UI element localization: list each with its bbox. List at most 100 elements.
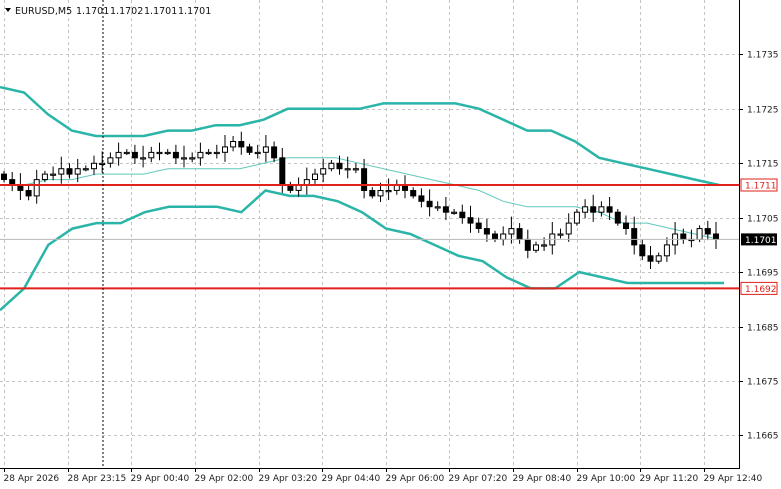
candle-body bbox=[483, 228, 490, 235]
ohlc-open: 1.1701 bbox=[76, 6, 109, 17]
candle-body bbox=[140, 157, 147, 160]
symbol-label: EURUSD,M5 bbox=[15, 6, 72, 17]
candle-body bbox=[312, 173, 318, 181]
candle-body bbox=[418, 195, 425, 202]
candle-body bbox=[352, 168, 359, 171]
price-tick-label: 1.1735 bbox=[747, 51, 779, 61]
candle-body bbox=[99, 162, 106, 166]
candle-body bbox=[58, 168, 65, 175]
candle-body bbox=[655, 255, 662, 262]
candle-body bbox=[713, 233, 719, 240]
candle-body bbox=[25, 190, 32, 197]
time-tick-label: 29 Apr 10:00 bbox=[577, 474, 636, 484]
candle-body bbox=[647, 255, 654, 262]
candle-body bbox=[181, 157, 187, 160]
candle-body bbox=[91, 162, 97, 170]
price-tick-label: 1.1665 bbox=[747, 432, 779, 442]
candle-body bbox=[164, 151, 171, 155]
candle-body bbox=[238, 141, 245, 148]
candle-body bbox=[271, 146, 278, 159]
candle-body bbox=[582, 206, 589, 213]
time-tick-label: 28 Apr 23:15 bbox=[68, 474, 127, 484]
price-tick-label: 1.1705 bbox=[747, 215, 779, 225]
candle-body bbox=[213, 151, 220, 155]
candle-body bbox=[663, 244, 670, 257]
time-tick-label: 29 Apr 00:40 bbox=[131, 474, 190, 484]
price-tick-label: 1.1685 bbox=[747, 324, 779, 334]
candle-body bbox=[123, 151, 130, 155]
candle-body bbox=[500, 233, 507, 240]
candle-body bbox=[230, 141, 237, 148]
candle-body bbox=[279, 157, 286, 186]
candle-body bbox=[50, 173, 57, 176]
candle-body bbox=[66, 168, 73, 175]
candle-body bbox=[172, 151, 179, 159]
candle-body bbox=[614, 211, 621, 224]
candle-body bbox=[328, 162, 335, 170]
price-chart[interactable]: 1.1735 1.1725 1.1715 1.1705 1.1695 1.1685 1.16… bbox=[0, 0, 781, 489]
candle-body bbox=[426, 200, 433, 208]
candle-body bbox=[82, 168, 89, 171]
candle-body bbox=[541, 244, 548, 247]
candle-body bbox=[254, 151, 261, 155]
price-tick-label: 1.1715 bbox=[747, 160, 779, 170]
candle-body bbox=[377, 190, 384, 197]
candle-body bbox=[369, 190, 376, 197]
candle-body bbox=[434, 206, 441, 209]
candle-body bbox=[459, 211, 466, 219]
time-tick-label: 29 Apr 08:40 bbox=[513, 474, 572, 484]
candle-body bbox=[704, 228, 711, 235]
time-tick-label: 29 Apr 02:00 bbox=[195, 474, 254, 484]
candle-body bbox=[361, 168, 368, 191]
level-price-label: 1.1711 bbox=[745, 182, 777, 192]
candle-body bbox=[533, 244, 539, 251]
chart-background bbox=[0, 0, 781, 489]
candle-body bbox=[623, 222, 629, 230]
candle-body bbox=[606, 206, 613, 213]
candle-body bbox=[639, 244, 646, 257]
ohlc-high: 1.1702 bbox=[110, 6, 143, 17]
candle-body bbox=[115, 151, 122, 159]
candle-body bbox=[148, 151, 155, 159]
candle-body bbox=[410, 190, 417, 197]
candle-body bbox=[41, 173, 48, 181]
candle-body bbox=[508, 228, 515, 235]
time-tick-label: 28 Apr 2026 bbox=[4, 474, 60, 484]
candle-body bbox=[631, 228, 638, 246]
time-tick-label: 29 Apr 06:00 bbox=[386, 474, 445, 484]
current-price-label: 1.1701 bbox=[745, 236, 777, 246]
candle-body bbox=[565, 222, 572, 235]
candle-body bbox=[442, 206, 449, 213]
candle-body bbox=[222, 146, 228, 153]
candle-body bbox=[516, 228, 523, 241]
candle-body bbox=[467, 217, 474, 224]
candle-body bbox=[262, 146, 269, 153]
candle-body bbox=[598, 206, 605, 213]
candle-body bbox=[156, 151, 163, 155]
candle-body bbox=[197, 151, 204, 159]
candle-body bbox=[696, 228, 703, 241]
candle-body bbox=[131, 151, 138, 159]
candle-body bbox=[74, 168, 81, 175]
candle-body bbox=[336, 162, 343, 170]
candle-body bbox=[680, 233, 687, 240]
time-tick-label: 29 Apr 11:20 bbox=[640, 474, 699, 484]
price-tick-label: 1.1695 bbox=[747, 269, 779, 279]
candle-body bbox=[451, 211, 458, 214]
candle-body bbox=[590, 206, 597, 213]
candle-body bbox=[385, 190, 392, 193]
price-tick-label: 1.1725 bbox=[747, 106, 779, 116]
candle-body bbox=[344, 168, 351, 171]
candle-body bbox=[246, 146, 253, 153]
level-price-label: 1.1692 bbox=[745, 285, 777, 295]
candle-body bbox=[1, 173, 7, 181]
time-tick-label: 29 Apr 07:20 bbox=[449, 474, 508, 484]
candle-body bbox=[107, 157, 114, 164]
candle-body bbox=[557, 233, 564, 236]
price-tick-label: 1.1675 bbox=[747, 378, 779, 388]
time-tick-label: 29 Apr 04:40 bbox=[322, 474, 381, 484]
candle-body bbox=[320, 168, 327, 175]
ohlc-close: 1.1701 bbox=[178, 6, 211, 17]
candle-body bbox=[205, 151, 212, 155]
time-tick-label: 29 Apr 03:20 bbox=[259, 474, 318, 484]
